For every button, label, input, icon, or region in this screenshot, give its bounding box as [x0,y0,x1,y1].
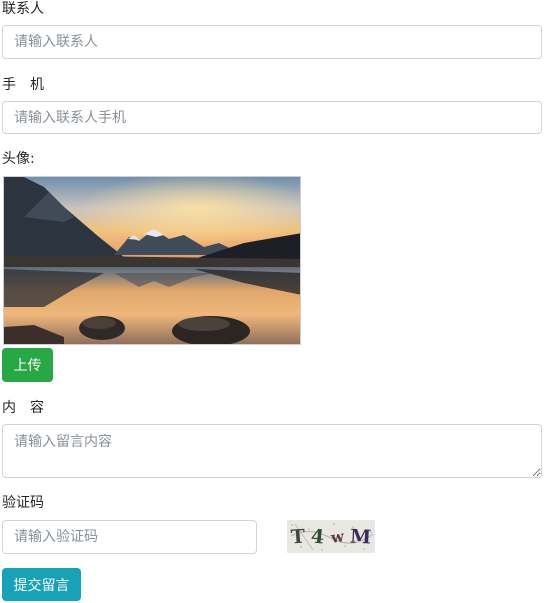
captcha-image[interactable]: T 4 w M [287,520,375,553]
avatar-label: 头像: [2,151,35,167]
phone-input[interactable] [2,101,542,134]
captcha-input[interactable] [2,520,257,554]
phone-label: 手 机 [2,77,44,93]
captcha-char: T [290,525,307,548]
avatar-image [3,176,301,345]
upload-button[interactable]: 上传 [2,348,53,382]
captcha-char: M [349,524,372,549]
contact-label: 联系人 [2,1,44,17]
submit-button[interactable]: 提交留言 [2,568,81,601]
contact-input[interactable] [2,25,542,59]
captcha-char: 4 [310,524,326,549]
content-textarea[interactable] [2,424,542,478]
captcha-char: w [329,526,345,547]
captcha-label: 验证码 [2,495,44,511]
mountain-lake-photo [4,177,300,344]
content-label: 内 容 [2,400,44,416]
captcha-text: T 4 w M [287,520,375,553]
